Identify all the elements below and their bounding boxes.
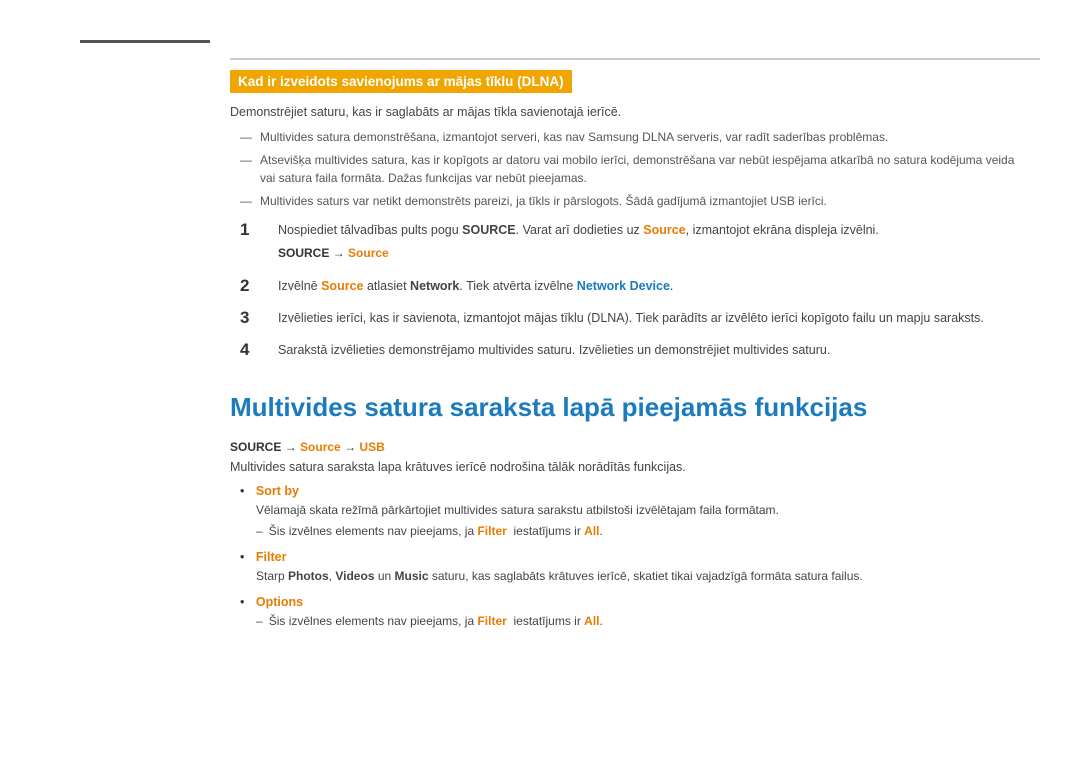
step-4-text: Sarakstā izvēlieties demonstrējamo multi… [278, 340, 1020, 360]
options-dash: Šis izvēlnes elements nav pieejams, ja F… [256, 612, 1020, 630]
feature-sort-by: Sort by Vēlamajā skata režīmā pārkārtoji… [240, 484, 1020, 540]
section2-intro: Multivides satura saraksta lapa krātuves… [230, 460, 1020, 474]
feature-filter: Filter Starp Photos, Videos un Music sat… [240, 550, 1020, 585]
section2-main-heading: Multivides satura saraksta lapā pieejamā… [230, 391, 1020, 425]
section1-intro: Demonstrējiet saturu, kas ir saglabāts a… [230, 103, 1020, 122]
step-2: 2 Izvēlnē Source atlasiet Network. Tiek … [240, 276, 1020, 296]
sort-by-subtext: Vēlamajā skata režīmā pārkārtojiet multi… [256, 501, 1020, 519]
step-1-source: SOURCE → Source [278, 244, 1020, 262]
feature-options: Options Šis izvēlnes elements nav pieeja… [240, 595, 1020, 630]
sort-by-dash: Šis izvēlnes elements nav pieejams, ja F… [256, 522, 1020, 540]
step-1-num: 1 [240, 220, 260, 264]
feature-list: Sort by Vēlamajā skata režīmā pārkārtoji… [230, 484, 1020, 630]
steps-list: 1 Nospiediet tālvadības pults pogu SOURC… [240, 220, 1020, 361]
step-3-text: Izvēlieties ierīci, kas ir savienota, iz… [278, 308, 1020, 328]
content-area: Kad ir izveidots savienojums ar mājas tī… [230, 70, 1020, 630]
step-1: 1 Nospiediet tālvadības pults pogu SOURC… [240, 220, 1020, 264]
left-border-decoration [80, 40, 210, 43]
options-label: Options [256, 595, 303, 609]
step-4: 4 Sarakstā izvēlieties demonstrējamo mul… [240, 340, 1020, 360]
section2-source-line: SOURCE → Source → USB [230, 440, 1020, 454]
dash-item-1: Multivides satura demonstrēšana, izmanto… [230, 128, 1020, 146]
filter-subtext: Starp Photos, Videos un Music saturu, ka… [256, 567, 1020, 585]
page-container: Kad ir izveidots savienojums ar mājas tī… [0, 0, 1080, 763]
filter-label: Filter [256, 550, 287, 564]
step-2-text: Izvēlnē Source atlasiet Network. Tiek at… [278, 276, 1020, 296]
step-3: 3 Izvēlieties ierīci, kas ir savienota, … [240, 308, 1020, 328]
top-border-decoration [230, 58, 1040, 60]
step-3-num: 3 [240, 308, 260, 328]
dash-item-2: Atsevišķa multivides satura, kas ir kopī… [230, 151, 1020, 187]
step-2-num: 2 [240, 276, 260, 296]
dash-item-3: Multivides saturs var netikt demonstrēts… [230, 192, 1020, 210]
section1-title: Kad ir izveidots savienojums ar mājas tī… [230, 70, 572, 93]
step-4-num: 4 [240, 340, 260, 360]
step-1-text: Nospiediet tālvadības pults pogu SOURCE.… [278, 220, 1020, 264]
sort-by-label: Sort by [256, 484, 299, 498]
